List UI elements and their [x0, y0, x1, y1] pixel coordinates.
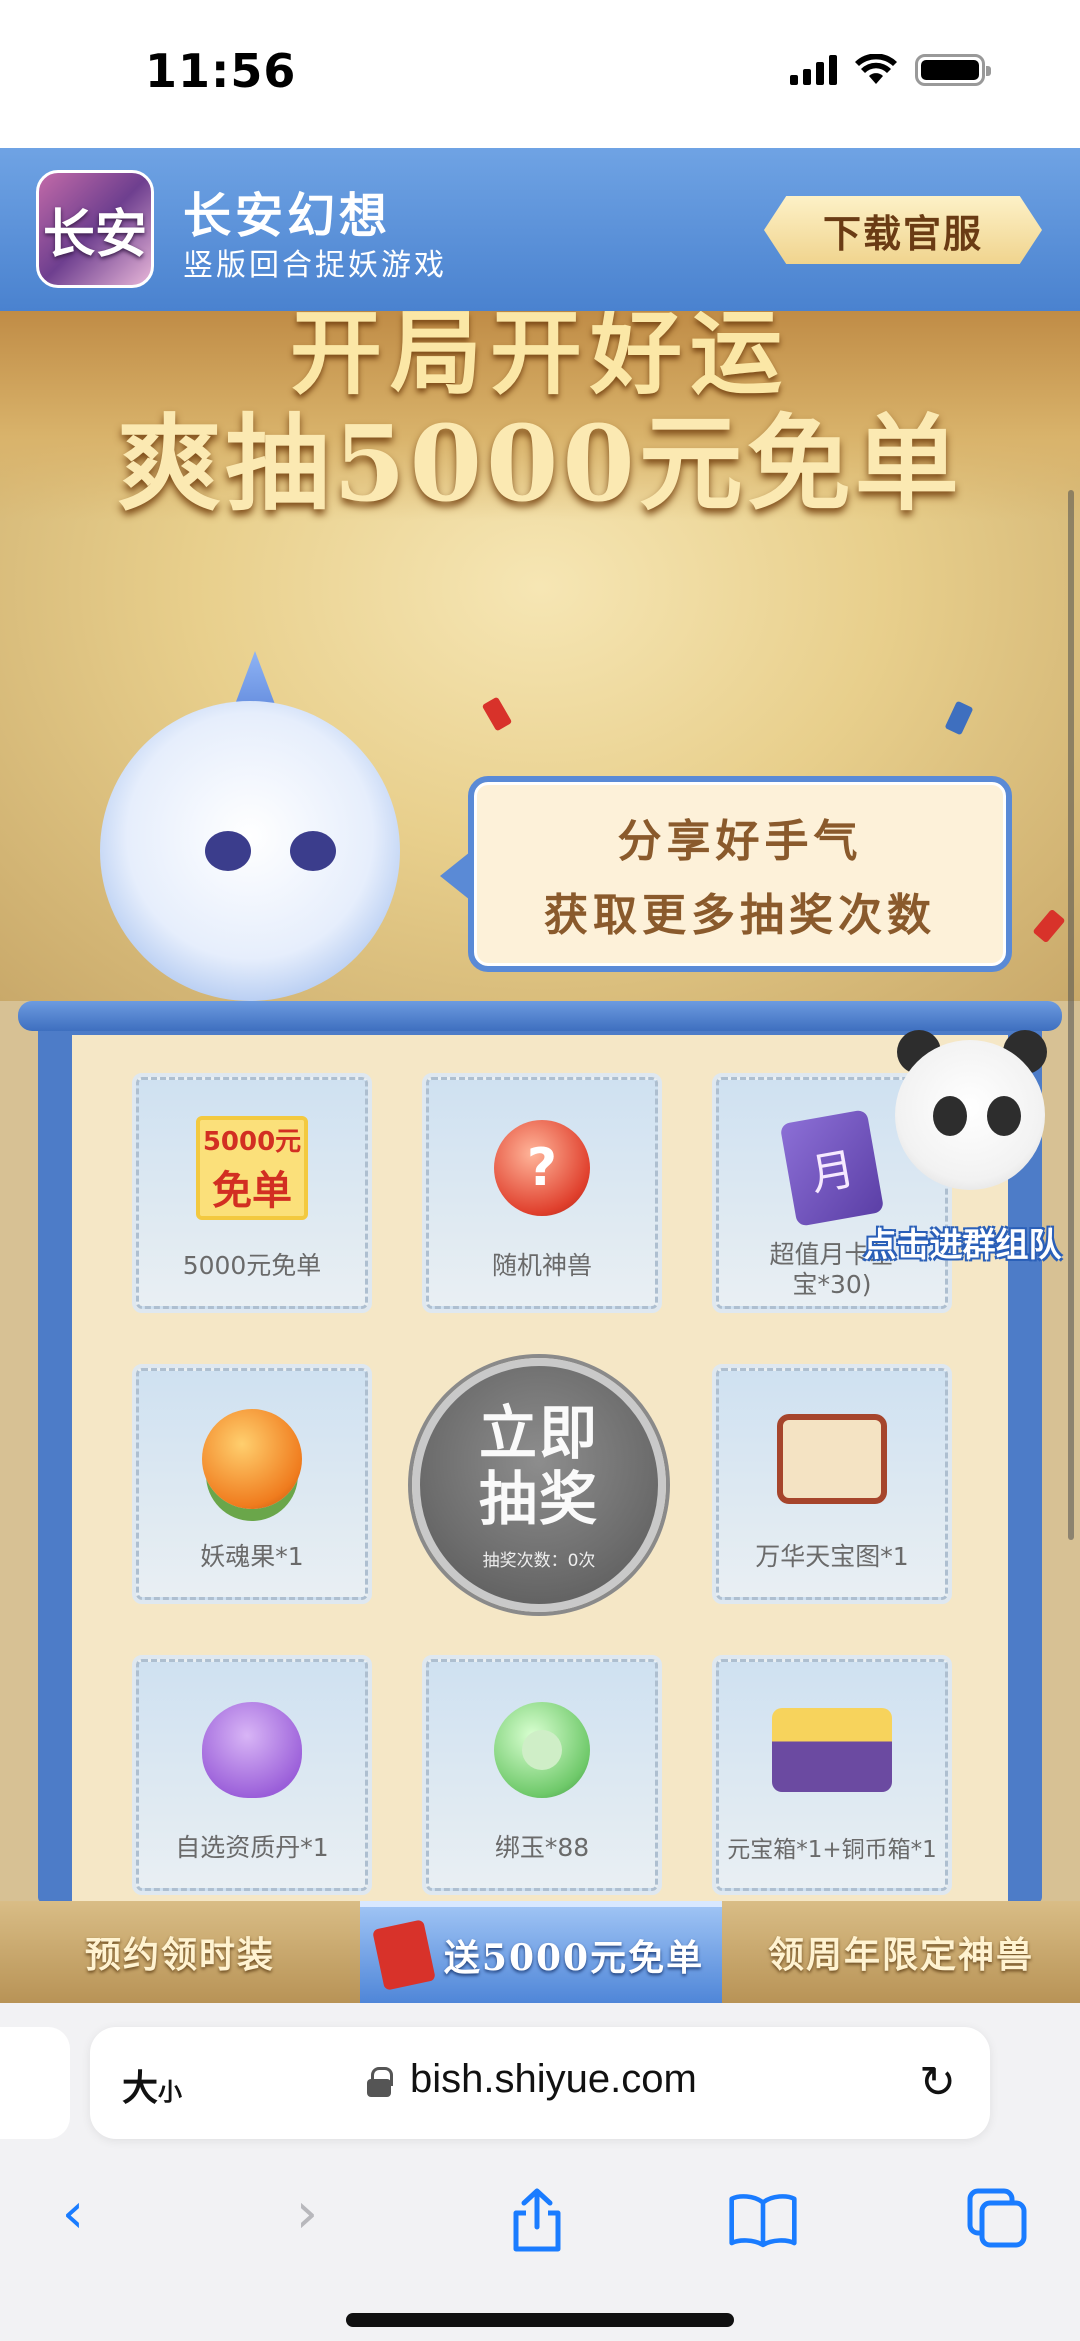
soul-fruit-icon: [192, 1399, 312, 1519]
bottom-tab-bar: 预约领时装 送5000元免单 领周年限定神兽: [0, 1901, 1080, 2003]
hero-headline-2: 爽抽5000元免单: [117, 402, 963, 525]
draw-button-line-1: 立即: [478, 1398, 599, 1467]
lock-icon: [367, 2067, 393, 2097]
prize-label: 绑玉*88: [494, 1833, 590, 1862]
panda-avatar: [895, 1040, 1045, 1190]
prize-label: 随机神兽: [491, 1251, 592, 1280]
panda-eye: [933, 1096, 967, 1136]
game-logo[interactable]: 长安: [36, 170, 154, 288]
draw-count: 抽奖次数：0次: [482, 1550, 596, 1571]
confetti-decoration: [1032, 908, 1066, 944]
board-top-rail: [18, 1001, 1062, 1031]
prize-tile: ? 随机神兽: [422, 1073, 662, 1313]
cellular-signal-icon: [790, 55, 837, 85]
hero-section: 开局开好运 爽抽5000元免单 分享好手气 获取更多抽奖次数: [0, 311, 1080, 1001]
join-group-label: 点击进群组队: [863, 1225, 1062, 1264]
join-group-floating-button[interactable]: 点击进群组队: [845, 1030, 1080, 1275]
draw-button-line-2: 抽奖: [478, 1464, 599, 1533]
status-bar: 11:56: [0, 0, 1080, 148]
pill-bag-icon: [192, 1690, 312, 1810]
forward-icon[interactable]: ›: [272, 2181, 342, 2246]
bookmarks-icon[interactable]: [728, 2191, 798, 2249]
wifi-icon: [855, 54, 897, 84]
treasure-map-icon: [772, 1399, 892, 1519]
confetti-decoration: [481, 696, 513, 732]
tab-label: 领周年限定神兽: [767, 1934, 1034, 1976]
download-official-button[interactable]: 下载官服: [764, 196, 1042, 264]
red-envelope-icon: [372, 1919, 436, 1991]
tab-reserve-outfit[interactable]: 预约领时装: [0, 1901, 360, 2003]
share-speech-bubble[interactable]: 分享好手气 获取更多抽奖次数: [440, 776, 1012, 972]
reload-icon[interactable]: ↻: [919, 2057, 956, 2108]
home-indicator[interactable]: [346, 2313, 734, 2327]
free-order-icon-text: 5000元: [202, 1126, 302, 1157]
panda-eye: [987, 1096, 1021, 1136]
address-bar[interactable]: 大小 bish.shiyue.com ↻: [90, 2027, 990, 2139]
status-icons: [790, 54, 991, 86]
prize-tile: 妖魂果*1: [132, 1364, 372, 1604]
mystery-orb-icon: ?: [482, 1108, 602, 1228]
prize-label: 5000元免单: [182, 1251, 322, 1280]
tabs-overview-icon[interactable]: [962, 2187, 1032, 2249]
browser-nav-bar: ‹ ›: [0, 2173, 1080, 2263]
status-time: 11:56: [145, 44, 297, 98]
back-icon[interactable]: ‹: [38, 2181, 108, 2246]
mystery-orb-icon-text: ?: [494, 1120, 590, 1216]
prize-label: 自选资质丹*1: [175, 1833, 329, 1862]
game-subtitle: 竖版回合捉妖游戏: [183, 248, 447, 283]
bubble-line-2: 获取更多抽奖次数: [544, 890, 936, 941]
browser-toolbar: 大小 bish.shiyue.com ↻ ‹ ›: [0, 2003, 1080, 2341]
prize-label: 元宝箱*1+铜币箱*1: [727, 1837, 937, 1863]
free-order-icon: 5000元 免单: [192, 1108, 312, 1228]
url-text[interactable]: bish.shiyue.com: [410, 2057, 697, 2102]
game-title: 长安幻想: [183, 188, 392, 244]
draw-now-button[interactable]: 立即 抽奖 抽奖次数：0次: [412, 1358, 666, 1612]
prize-label: 妖魂果*1: [200, 1542, 304, 1571]
game-download-banner: 长安 长安幻想 竖版回合捉妖游戏 下载官服: [0, 148, 1080, 311]
tab-label: 送5000元免单: [443, 1937, 705, 1979]
confetti-decoration: [944, 700, 974, 736]
tab-anniversary-beast[interactable]: 领周年限定神兽: [722, 1901, 1080, 2003]
prize-tile: 自选资质丹*1: [132, 1655, 372, 1895]
text-size-small: 小: [158, 2078, 183, 2106]
prize-tile: 万华天宝图*1: [712, 1364, 952, 1604]
share-icon[interactable]: [502, 2187, 572, 2253]
text-size-button[interactable]: 大小: [122, 2059, 182, 2111]
prize-tile: 5000元 免单 5000元免单: [132, 1073, 372, 1313]
tab-label: 预约领时装: [84, 1934, 275, 1976]
prize-label: 万华天宝图*1: [755, 1542, 909, 1571]
prize-tile: 绑玉*88: [422, 1655, 662, 1895]
battery-icon: [915, 54, 991, 86]
mascot-eye: [290, 831, 336, 871]
bubble-line-1: 分享好手气: [617, 816, 863, 867]
jade-icon: [482, 1690, 602, 1810]
treasure-chest-icon: [772, 1690, 892, 1810]
mascot-eye: [205, 831, 251, 871]
tab-free-order[interactable]: 送5000元免单: [360, 1901, 722, 2003]
free-order-icon-text: 免单: [212, 1167, 292, 1214]
text-size-large: 大: [122, 2068, 159, 2109]
page-scrollbar[interactable]: [1068, 490, 1074, 1540]
previous-tab-preview[interactable]: [0, 2027, 70, 2139]
prize-tile: 元宝箱*1+铜币箱*1: [712, 1655, 952, 1895]
